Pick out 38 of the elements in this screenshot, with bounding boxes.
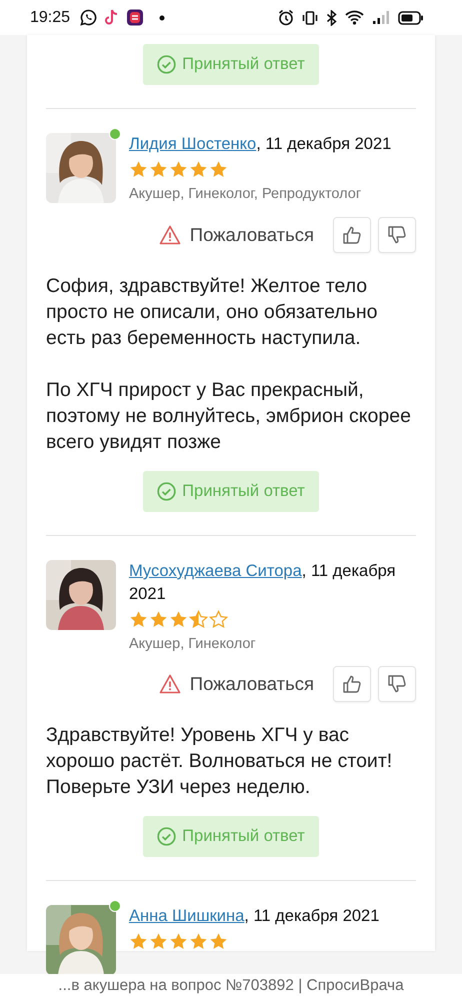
check-circle-icon xyxy=(157,827,176,846)
report-button[interactable]: Пожаловаться xyxy=(158,224,314,246)
chat-bubble-icon xyxy=(80,9,98,26)
signal-icon xyxy=(372,10,390,25)
accepted-answer-badge: Принятый ответ xyxy=(143,44,319,85)
bluetooth-icon xyxy=(326,10,337,26)
answer-text: Здравствуйте! Уровень ХГЧ у вас хорошо растёт. Волноваться не стоит! Поверьте УЗИ через неделю. xyxy=(46,723,394,800)
author-link[interactable]: Лидия Шостенко xyxy=(129,135,256,153)
answer-text: София, здравствуйте! Желтое тело просто не описали, оно обязательно есть раз беременность наступила. xyxy=(46,274,378,351)
wifi-icon xyxy=(345,10,364,25)
accepted-answer-badge: Принятый ответ xyxy=(143,816,319,857)
specialty-text: Акушер, Гинеколог xyxy=(128,635,257,654)
thumbs-down-button[interactable] xyxy=(378,217,416,253)
accepted-answer-badge: Принятый ответ xyxy=(143,471,319,512)
warning-icon xyxy=(158,674,181,694)
battery-icon xyxy=(398,10,424,24)
author-link[interactable]: Анна Шишкина xyxy=(129,907,244,925)
report-button[interactable]: Пожаловаться xyxy=(158,673,314,695)
check-circle-icon xyxy=(157,482,176,501)
author-link[interactable]: Мусохуджаева Ситора xyxy=(129,562,302,580)
alarm-clock-icon xyxy=(278,9,294,26)
clock-time: 19:25 xyxy=(30,8,70,26)
thumbs-up-button[interactable] xyxy=(333,217,371,253)
app-icon xyxy=(127,9,144,26)
music-note-icon xyxy=(105,9,120,26)
check-circle-icon xyxy=(157,55,176,74)
thumbs-up-icon xyxy=(342,674,362,694)
page-title: ...в акушера на вопрос №703892 | СпросиВрача xyxy=(58,976,404,996)
thumbs-down-icon xyxy=(387,225,407,245)
thumbs-up-button[interactable] xyxy=(333,666,371,702)
warning-icon xyxy=(158,225,181,245)
notification-dot-icon xyxy=(159,14,166,20)
thumbs-down-button[interactable] xyxy=(378,666,416,702)
vibrate-icon xyxy=(302,10,318,26)
thumbs-down-icon xyxy=(387,674,407,694)
answer-text: По ХГЧ прирост у Вас прекрасный, поэтому не волнуйтесь, эмбрион скорее всего увидят позже xyxy=(46,378,412,455)
thumbs-up-icon xyxy=(342,225,362,245)
specialty-text: Акушер, Гинеколог, Репродуктолог xyxy=(128,185,362,204)
